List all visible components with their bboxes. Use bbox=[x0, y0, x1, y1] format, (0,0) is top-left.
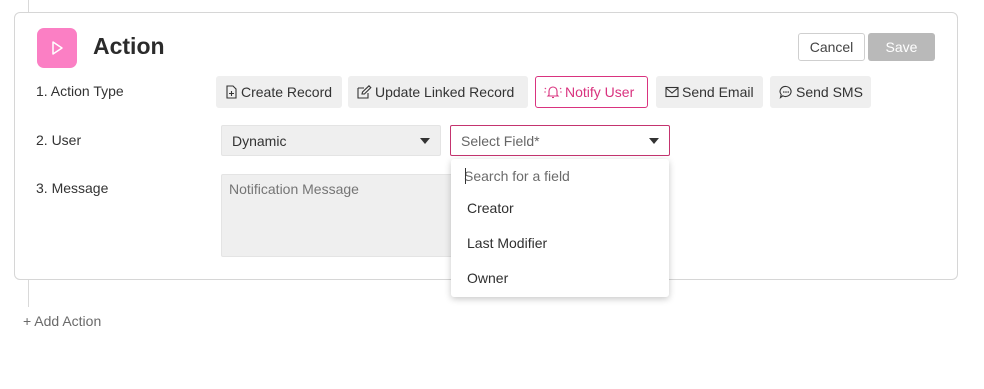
dropdown-option-owner[interactable]: Owner bbox=[467, 270, 508, 286]
notify-user-button[interactable]: Notify User bbox=[535, 76, 648, 108]
save-button[interactable]: Save bbox=[868, 33, 935, 61]
cancel-button[interactable]: Cancel bbox=[798, 33, 865, 61]
user-field-select[interactable]: Select Field* bbox=[450, 125, 670, 156]
timeline-connector-bottom bbox=[28, 280, 29, 307]
chevron-down-icon bbox=[420, 137, 430, 144]
dropdown-option-last-modifier[interactable]: Last Modifier bbox=[467, 235, 547, 251]
update-linked-record-button[interactable]: Update Linked Record bbox=[348, 76, 528, 108]
user-mode-value: Dynamic bbox=[232, 132, 287, 149]
user-label: 2. User bbox=[36, 132, 82, 148]
message-label: 3. Message bbox=[36, 180, 109, 196]
update-linked-record-label: Update Linked Record bbox=[375, 84, 515, 100]
notify-user-label: Notify User bbox=[565, 84, 635, 100]
file-plus-icon bbox=[226, 85, 237, 99]
play-icon bbox=[52, 41, 63, 55]
text-cursor bbox=[465, 168, 466, 184]
user-mode-select[interactable]: Dynamic bbox=[221, 125, 441, 156]
send-sms-label: Send SMS bbox=[796, 84, 863, 100]
add-action-link[interactable]: + Add Action bbox=[23, 313, 101, 329]
action-badge bbox=[37, 28, 77, 68]
notification-message-input[interactable] bbox=[221, 174, 456, 257]
field-search-input[interactable] bbox=[464, 166, 659, 186]
bell-icon bbox=[544, 86, 562, 99]
create-record-label: Create Record bbox=[241, 84, 333, 100]
send-email-label: Send Email bbox=[682, 84, 754, 100]
action-title: Action bbox=[93, 33, 165, 59]
chevron-down-icon bbox=[649, 137, 659, 144]
chat-icon bbox=[779, 85, 792, 99]
edit-icon bbox=[357, 85, 372, 99]
action-type-label: 1. Action Type bbox=[36, 83, 124, 99]
user-field-placeholder: Select Field* bbox=[461, 132, 540, 149]
send-email-button[interactable]: Send Email bbox=[656, 76, 763, 108]
create-record-button[interactable]: Create Record bbox=[216, 76, 342, 108]
mail-icon bbox=[665, 86, 679, 98]
dropdown-option-creator[interactable]: Creator bbox=[467, 200, 514, 216]
send-sms-button[interactable]: Send SMS bbox=[770, 76, 871, 108]
field-dropdown: Creator Last Modifier Owner bbox=[451, 159, 669, 297]
